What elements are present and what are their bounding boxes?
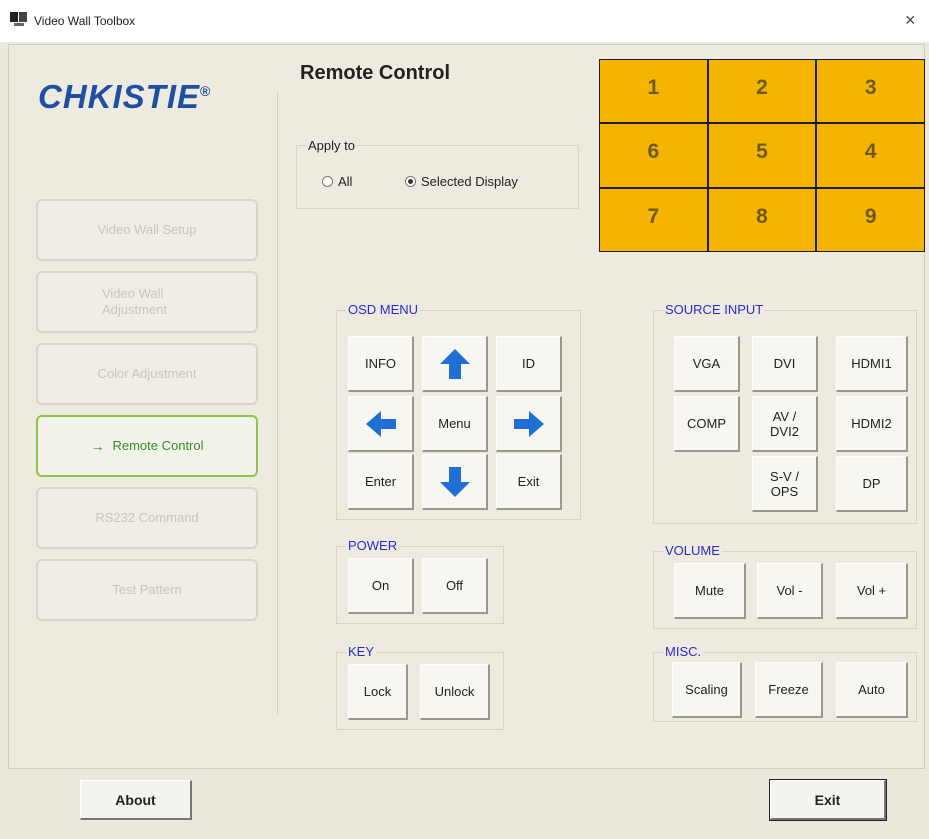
display-cell[interactable]: 9 [817, 188, 924, 251]
vol-down-button[interactable]: Vol - [757, 563, 823, 619]
sidebar-item-remote-control[interactable]: → Remote Control [36, 415, 258, 477]
vga-button[interactable]: VGA [674, 336, 740, 392]
id-button[interactable]: ID [496, 336, 562, 392]
sidebar-item-video-wall-setup[interactable]: Video Wall Setup [36, 199, 258, 261]
sidebar-item-test-pattern[interactable]: Test Pattern [36, 559, 258, 621]
display-cell[interactable]: 4 [817, 124, 924, 187]
up-button[interactable] [422, 336, 488, 392]
dp-button[interactable]: DP [836, 456, 908, 512]
app-icon [10, 12, 27, 26]
key-label: KEY [346, 644, 377, 659]
exit-osd-button[interactable]: Exit [496, 454, 562, 510]
display-cell[interactable]: 1 [600, 60, 707, 123]
up-arrow-icon [439, 348, 470, 379]
misc-label: MISC. [663, 644, 704, 659]
dvi-button[interactable]: DVI [752, 336, 818, 392]
unlock-button[interactable]: Unlock [420, 664, 490, 720]
display-cell[interactable]: 3 [817, 60, 924, 123]
hdmi2-button[interactable]: HDMI2 [836, 396, 908, 452]
scaling-button[interactable]: Scaling [672, 662, 742, 718]
about-button[interactable]: About [80, 780, 192, 820]
down-arrow-icon [439, 466, 470, 497]
apply-to-label: Apply to [306, 138, 357, 153]
hdmi1-button[interactable]: HDMI1 [836, 336, 908, 392]
display-cell[interactable]: 6 [600, 124, 707, 187]
vol-up-button[interactable]: Vol + [836, 563, 908, 619]
display-cell[interactable]: 7 [600, 188, 707, 251]
lock-button[interactable]: Lock [348, 664, 408, 720]
radio-all[interactable]: All [322, 174, 352, 189]
volume-label: VOLUME [663, 543, 722, 558]
sv-ops-button[interactable]: S-V / OPS [752, 456, 818, 512]
window-title: Video Wall Toolbox [34, 14, 136, 28]
radio-button[interactable] [322, 176, 333, 187]
radio-selected-display[interactable]: Selected Display [405, 174, 518, 189]
enter-button[interactable]: Enter [348, 454, 414, 510]
power-off-button[interactable]: Off [422, 558, 488, 614]
close-icon[interactable]: × [905, 10, 916, 31]
left-arrow-icon [365, 410, 396, 437]
right-arrow-icon [513, 410, 544, 437]
info-button[interactable]: INFO [348, 336, 414, 392]
power-on-button[interactable]: On [348, 558, 414, 614]
down-button[interactable] [422, 454, 488, 510]
radio-button-selected[interactable] [405, 176, 416, 187]
auto-button[interactable]: Auto [836, 662, 908, 718]
left-button[interactable] [348, 396, 414, 452]
av-dvi2-button[interactable]: AV / DVI2 [752, 396, 818, 452]
sidebar-item-video-wall-adjustment[interactable]: Video Wall Adjustment [36, 271, 258, 333]
display-cell[interactable]: 8 [708, 188, 816, 251]
title-bar: Video Wall Toolbox × [0, 0, 929, 42]
menu-button[interactable]: Menu [422, 396, 488, 452]
source-input-label: SOURCE INPUT [663, 302, 766, 317]
sidebar-item-rs232-command[interactable]: RS232 Command [36, 487, 258, 549]
right-button[interactable] [496, 396, 562, 452]
display-grid: 1 2 3 6 5 4 7 8 9 [599, 59, 925, 252]
display-cell[interactable]: 5 [708, 124, 816, 187]
arrow-right-icon: → [90, 438, 105, 454]
display-cell[interactable]: 2 [708, 60, 816, 123]
vertical-divider [277, 92, 278, 714]
page-title: Remote Control [300, 62, 450, 84]
mute-button[interactable]: Mute [674, 563, 746, 619]
power-label: POWER [346, 538, 400, 553]
christie-logo: CHKISTIE® [38, 78, 212, 115]
osd-menu-label: OSD MENU [346, 302, 421, 317]
sidebar-item-color-adjustment[interactable]: Color Adjustment [36, 343, 258, 405]
comp-button[interactable]: COMP [674, 396, 740, 452]
exit-button[interactable]: Exit [769, 779, 887, 821]
freeze-button[interactable]: Freeze [755, 662, 823, 718]
